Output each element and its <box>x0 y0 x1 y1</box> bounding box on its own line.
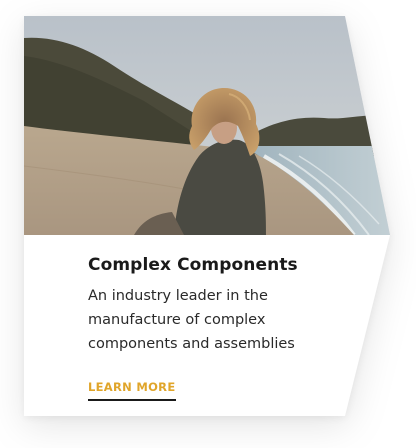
card-description-line: An industry leader in the <box>88 288 268 304</box>
card-shadow: Complex Components An industry leader in… <box>24 16 390 416</box>
card-body: Complex Components An industry leader in… <box>88 254 338 356</box>
page: Complex Components An industry leader in… <box>0 0 416 448</box>
card-title: Complex Components <box>88 255 298 275</box>
woman-on-beach-photo <box>24 16 390 235</box>
learn-more-link[interactable]: LEARN MORE <box>88 380 176 401</box>
card-description-line: components and assemblies <box>88 336 295 352</box>
card-image <box>24 16 390 235</box>
card-description-line: manufacture of complex <box>88 312 266 328</box>
feature-card: Complex Components An industry leader in… <box>24 16 390 416</box>
card-description: An industry leader in the manufacture of… <box>88 284 338 356</box>
